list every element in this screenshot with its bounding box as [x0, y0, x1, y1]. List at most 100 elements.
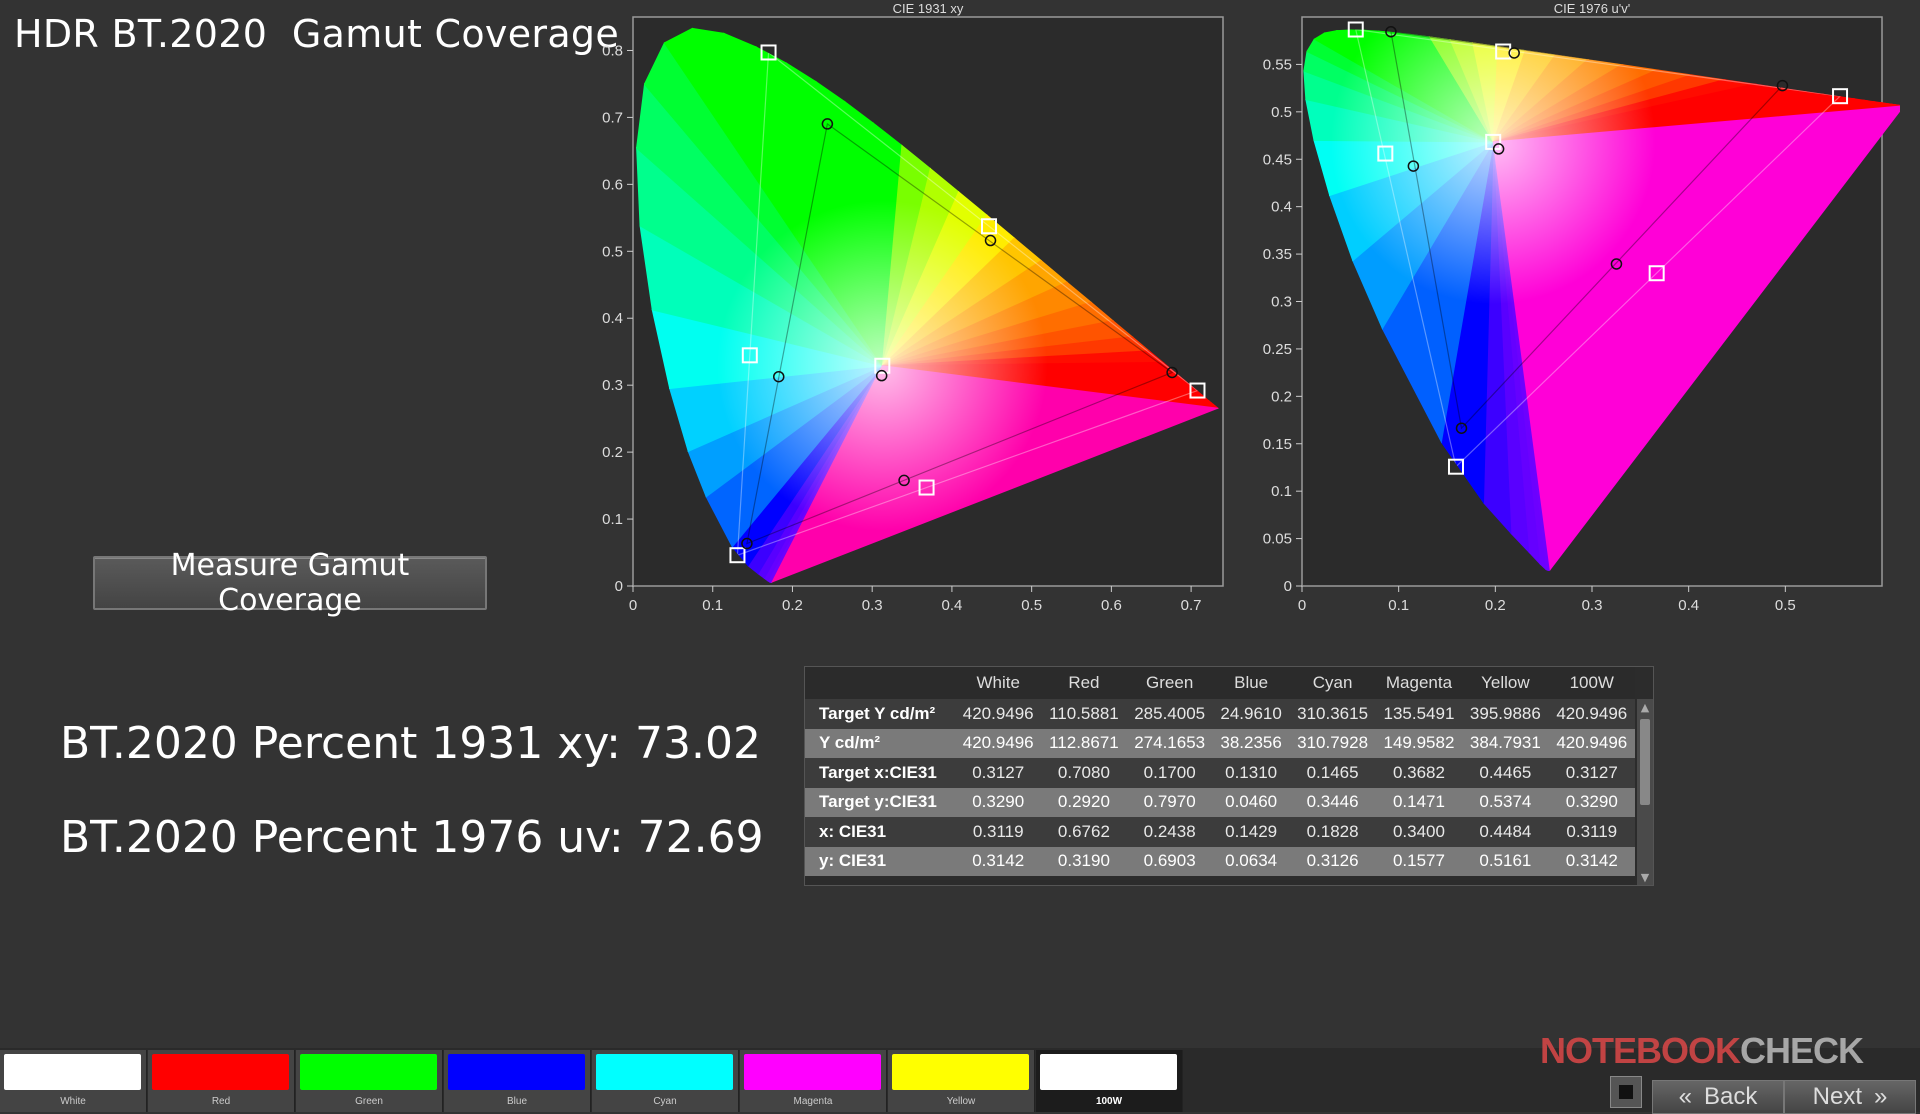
table-cell: 0.1471: [1375, 787, 1463, 817]
table-cell: 0.1577: [1375, 846, 1463, 876]
swatch-color: [596, 1054, 733, 1090]
swatch-label: Yellow: [946, 1096, 976, 1107]
x-tick-label: 0.5: [1021, 597, 1042, 614]
y-tick-label: 0.15: [1263, 436, 1292, 453]
swatch-color: [4, 1054, 141, 1090]
column-header: Magenta: [1375, 667, 1463, 699]
table-cell: 0.0460: [1212, 787, 1290, 817]
table-cell: 0.7080: [1041, 758, 1127, 788]
row-label: Target Y cd/m²: [805, 699, 955, 729]
table-cell: 0.5374: [1462, 787, 1549, 817]
column-header: Blue: [1212, 667, 1290, 699]
table-row: Y cd/m² 420.9496 112.8671 274.1653 38.2356 31…: [805, 728, 1635, 758]
next-button[interactable]: Next »: [1784, 1080, 1916, 1114]
table-cell: 0.4465: [1462, 758, 1549, 788]
table-cell: 0.2438: [1126, 817, 1213, 847]
back-button[interactable]: « Back: [1652, 1080, 1784, 1114]
scroll-down-icon[interactable]: ▼: [1637, 869, 1653, 885]
y-tick-label: 0.8: [602, 42, 623, 59]
y-tick-label: 0.6: [602, 176, 623, 193]
scroll-up-icon[interactable]: ▲: [1637, 699, 1653, 715]
chart-title: CIE 1931 xy: [893, 1, 964, 16]
y-tick-label: 0.7: [602, 109, 623, 126]
column-header: Green: [1126, 667, 1213, 699]
table-cell: 0.3446: [1289, 787, 1376, 817]
palette-swatch-yellow[interactable]: Yellow: [888, 1050, 1035, 1112]
swatch-label: White: [60, 1096, 86, 1107]
y-tick-label: 0.4: [602, 310, 623, 327]
column-header: 100W: [1548, 667, 1635, 699]
row-label: Y cd/m²: [805, 728, 955, 758]
column-header: White: [955, 667, 1042, 699]
x-tick-label: 0.3: [862, 597, 883, 614]
swatch-color: [744, 1054, 881, 1090]
y-tick-label: 0.45: [1263, 151, 1292, 168]
palette-swatch-blue[interactable]: Blue: [444, 1050, 591, 1112]
table-cell: 420.9496: [1548, 699, 1635, 729]
x-tick-label: 0.1: [1388, 597, 1409, 614]
swatch-label: Blue: [506, 1096, 527, 1107]
y-tick-label: 0.3: [1271, 294, 1292, 311]
row-label: Target x:CIE31: [805, 758, 955, 788]
table-cell: 0.3682: [1375, 758, 1463, 788]
table-cell: 420.9496: [955, 699, 1042, 729]
table-cell: 310.7928: [1289, 728, 1376, 758]
y-tick-label: 0.25: [1263, 341, 1292, 358]
watermark-main: NOTEBOOK: [1540, 1030, 1741, 1071]
table-cell: 38.2356: [1212, 728, 1290, 758]
table-cell: 0.3142: [1548, 846, 1635, 876]
palette-swatch-green[interactable]: Green: [296, 1050, 443, 1112]
x-tick-label: 0.1: [702, 597, 723, 614]
swatch-color: [300, 1054, 437, 1090]
swatch-label: Green: [355, 1096, 383, 1107]
y-tick-label: 0.2: [1271, 388, 1292, 405]
column-header: [805, 667, 955, 699]
x-tick-label: 0.4: [1678, 597, 1699, 614]
y-tick-label: 0.3: [602, 377, 623, 394]
palette-swatch-cyan[interactable]: Cyan: [592, 1050, 739, 1112]
double-chevron-right-icon: »: [1874, 1083, 1888, 1110]
table-cell: 0.6903: [1126, 846, 1213, 876]
cie1976-chart: CIE 1976 u'v' 0 0.1 0.2 0.3 0.4 0.5 0 0.05 0.1 0.1…: [1263, 1, 1900, 614]
cie1931-chart: CIE 1931 xy 0 0.1 0.2 0.3 0.4 0.5 0.6 0.7 0 0.1 0.2…: [602, 1, 1224, 614]
y-tick-label: 0.5: [1271, 104, 1292, 121]
table-header-row: White Red Green Blue Cyan Magenta Yellow 100W: [805, 667, 1635, 699]
x-tick-label: 0.4: [941, 597, 962, 614]
row-label: y: CIE31: [805, 846, 955, 876]
scroll-thumb[interactable]: [1640, 719, 1650, 805]
table-cell: 24.9610: [1212, 699, 1290, 729]
x-tick-label: 0: [629, 597, 637, 614]
table-cell: 0.4484: [1462, 817, 1549, 847]
table-cell: 0.1700: [1126, 758, 1213, 788]
row-label: Target y:CIE31: [805, 787, 955, 817]
table-row: x: CIE31 0.3119 0.6762 0.2438 0.1429 0.1828 0.…: [805, 817, 1635, 847]
table-cell: 0.5161: [1462, 846, 1549, 876]
y-tick-label: 0.2: [602, 444, 623, 461]
x-tick-label: 0.2: [1485, 597, 1506, 614]
table-cell: 420.9496: [1548, 728, 1635, 758]
table-cell: 420.9496: [955, 728, 1042, 758]
y-tick-label: 0.1: [1271, 483, 1292, 500]
table-cell: 285.4005: [1126, 699, 1213, 729]
palette-swatch-red[interactable]: Red: [148, 1050, 295, 1112]
y-tick-label: 0: [615, 578, 623, 595]
next-label: Next: [1812, 1083, 1862, 1110]
chart-title: CIE 1976 u'v': [1554, 1, 1631, 16]
swatch-color: [892, 1054, 1029, 1090]
palette-swatch-magenta[interactable]: Magenta: [740, 1050, 887, 1112]
palette-swatch-100w[interactable]: 100W: [1036, 1050, 1183, 1112]
percent-1976-uv: BT.2020 Percent 1976 uv: 72.69: [60, 812, 764, 863]
page-title: HDR BT.2020 Gamut Coverage: [14, 12, 620, 56]
stop-button[interactable]: [1610, 1076, 1642, 1108]
table-cell: 0.3142: [955, 846, 1042, 876]
table-row: Target y:CIE31 0.3290 0.2920 0.7970 0.0460 0.…: [805, 787, 1635, 817]
measurement-table: White Red Green Blue Cyan Magenta Yellow 100W T…: [804, 666, 1654, 886]
swatch-label: Red: [211, 1096, 231, 1107]
measure-gamut-button[interactable]: Measure Gamut Coverage: [93, 548, 487, 618]
table-cell: 0.1310: [1212, 758, 1290, 788]
y-tick-label: 0.35: [1263, 246, 1292, 263]
table-cell: 0.2920: [1041, 787, 1127, 817]
palette-swatch-white[interactable]: White: [0, 1050, 147, 1112]
table-scrollbar[interactable]: ▲ ▼: [1637, 699, 1653, 885]
y-tick-label: 0.05: [1263, 531, 1292, 548]
